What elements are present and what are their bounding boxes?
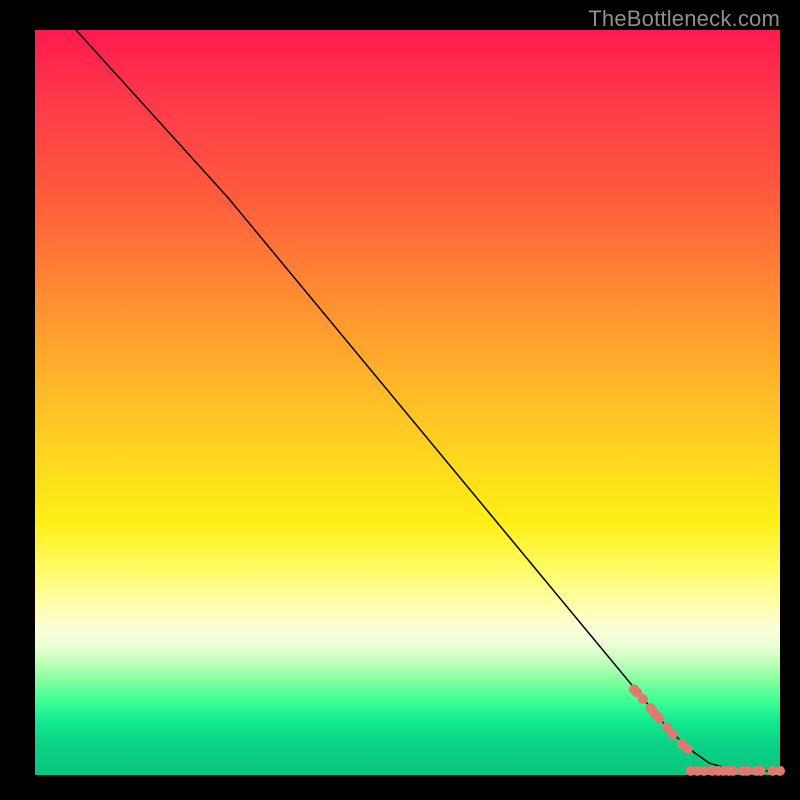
data-point bbox=[742, 766, 752, 776]
data-point bbox=[756, 766, 766, 776]
bottleneck-curve bbox=[76, 30, 780, 771]
data-point bbox=[683, 744, 693, 754]
chart-svg bbox=[35, 30, 780, 775]
data-point bbox=[654, 713, 664, 723]
data-point bbox=[728, 766, 738, 776]
data-point bbox=[638, 694, 648, 704]
data-point bbox=[775, 766, 785, 776]
chart-frame: TheBottleneck.com bbox=[0, 0, 800, 800]
data-point bbox=[668, 729, 678, 739]
watermark-text: TheBottleneck.com bbox=[588, 6, 780, 32]
